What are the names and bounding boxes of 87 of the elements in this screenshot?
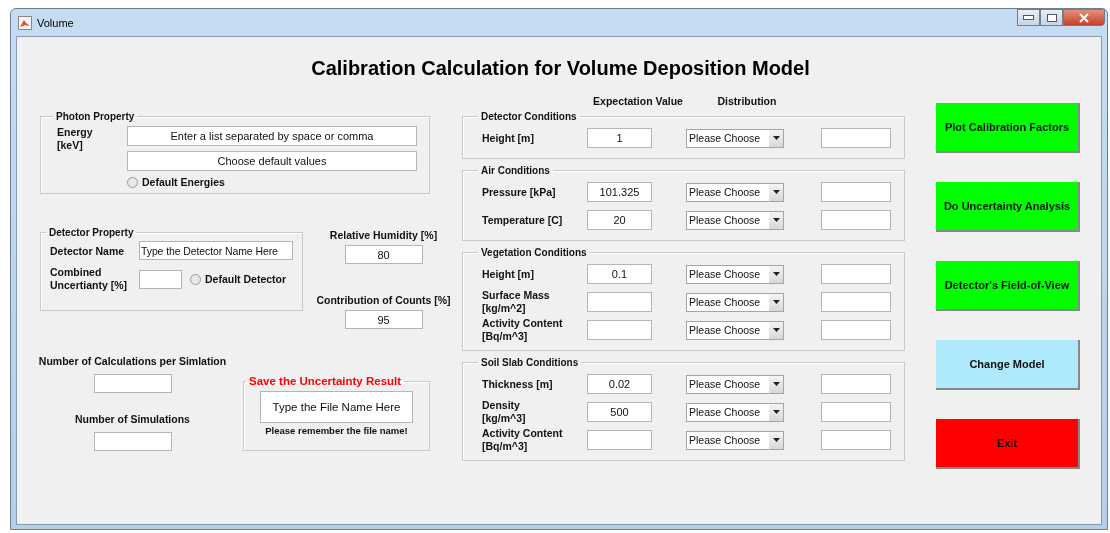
field-label: Height [m]: [482, 267, 535, 281]
input-field[interactable]: [821, 320, 891, 340]
input-field[interactable]: Enter a list separated by space or comma: [127, 126, 417, 146]
input-field[interactable]: 0.02: [587, 374, 652, 394]
field-label: Contribution of Counts [%]: [316, 294, 451, 306]
input-field[interactable]: [587, 430, 652, 450]
action-button[interactable]: Exit: [936, 419, 1080, 469]
input-field[interactable]: [821, 374, 891, 394]
input-field[interactable]: Type the Detector Name Here: [139, 241, 293, 260]
radio-button[interactable]: Default Detector: [190, 273, 287, 285]
action-button[interactable]: Do Uncertainty Analysis: [936, 182, 1080, 232]
maximize-icon: [1046, 13, 1057, 22]
input-field[interactable]: [587, 292, 652, 312]
field-label: Number of Calculations per Simlation: [38, 355, 227, 367]
input-field[interactable]: 80: [344, 245, 423, 264]
page-heading: Calibration Calculation for Volume Deposition Model: [310, 57, 811, 80]
input-field[interactable]: 1: [587, 128, 652, 148]
input-field[interactable]: 20: [587, 210, 652, 230]
caret-icon: [769, 129, 783, 147]
group-title: Vegetation Conditions: [480, 247, 588, 258]
dropdown[interactable]: Please Choose: [686, 374, 784, 394]
field-label: Detector Name: [50, 244, 126, 257]
hint-text: Please remember the file name!: [265, 425, 408, 436]
field-label: Thickness [m]: [482, 377, 554, 391]
input-field[interactable]: [93, 432, 172, 451]
input-field[interactable]: [821, 292, 891, 312]
field-label: Combined Uncertianty [%]: [50, 266, 128, 292]
caret-icon: [769, 211, 783, 229]
peak-icon: [18, 15, 32, 30]
maximize-button[interactable]: [1040, 9, 1063, 26]
column-header: Distribution: [716, 95, 778, 109]
group-title: Air Conditions: [480, 165, 551, 176]
input-field[interactable]: [821, 264, 891, 284]
action-button[interactable]: Plot Calibration Factors: [936, 103, 1080, 153]
field-label: Temperature [C]: [482, 213, 564, 227]
input-field[interactable]: [821, 430, 891, 450]
minimize-button[interactable]: [1017, 9, 1040, 26]
radio-button[interactable]: Default Energies: [127, 176, 417, 188]
caret-icon: [769, 321, 783, 339]
field-label: Pressure [kPa]: [482, 185, 557, 199]
field-label: Energy [keV]: [57, 126, 94, 153]
input-field[interactable]: [821, 210, 891, 230]
group-title: Soil Slab Conditions: [480, 357, 580, 368]
group-title: Detector Conditions: [480, 111, 578, 122]
input-field[interactable]: 500: [587, 402, 652, 422]
dropdown[interactable]: Please Choose: [686, 320, 784, 340]
action-button[interactable]: Detector's Field-of-View: [936, 261, 1080, 311]
input-field[interactable]: Type the File Name Here: [260, 391, 413, 423]
input-field[interactable]: [139, 269, 182, 289]
input-field[interactable]: 101.325: [587, 182, 652, 202]
close-button[interactable]: [1063, 9, 1105, 26]
input-field[interactable]: 95: [344, 310, 423, 329]
close-icon: [1079, 12, 1089, 23]
field-label: Density [kg/m^3]: [482, 399, 527, 425]
input-field[interactable]: [587, 320, 652, 340]
dropdown[interactable]: Please Choose: [686, 128, 784, 148]
column-header: Expectation Value: [592, 95, 684, 109]
minimize-icon: [1023, 15, 1034, 20]
input-field[interactable]: [821, 182, 891, 202]
action-button[interactable]: Change Model: [936, 340, 1080, 390]
input-field[interactable]: [821, 402, 891, 422]
field-label: Relative Humidity [%]: [329, 229, 438, 241]
dropdown[interactable]: Please Choose: [686, 264, 784, 284]
dropdown[interactable]: Please Choose: [686, 210, 784, 230]
dropdown[interactable]: Please Choose: [686, 430, 784, 450]
input-field[interactable]: [821, 128, 891, 148]
group-title: Save the Uncertainty Result: [248, 375, 403, 387]
caret-icon: [769, 265, 783, 283]
dropdown[interactable]: Please Choose: [686, 292, 784, 312]
caret-icon: [769, 431, 783, 449]
field-label: Activity Content [Bq/m^3]: [482, 427, 564, 453]
window-title: Volume: [37, 16, 74, 29]
caret-icon: [769, 375, 783, 393]
input-field[interactable]: Choose default values: [127, 151, 417, 171]
caret-icon: [769, 293, 783, 311]
group-title: Photon Property: [55, 111, 136, 122]
dropdown[interactable]: Please Choose: [686, 182, 784, 202]
group-title: Detector Property: [48, 227, 135, 238]
input-field[interactable]: [93, 374, 172, 393]
field-label: Height [m]: [482, 131, 535, 145]
input-field[interactable]: 0.1: [587, 264, 652, 284]
dropdown[interactable]: Please Choose: [686, 402, 784, 422]
field-label: Surface Mass [kg/m^2]: [482, 289, 551, 315]
field-label: Activity Content [Bq/m^3]: [482, 317, 564, 343]
caret-icon: [769, 403, 783, 421]
field-label: Number of Simulations: [75, 413, 190, 425]
caret-icon: [769, 183, 783, 201]
